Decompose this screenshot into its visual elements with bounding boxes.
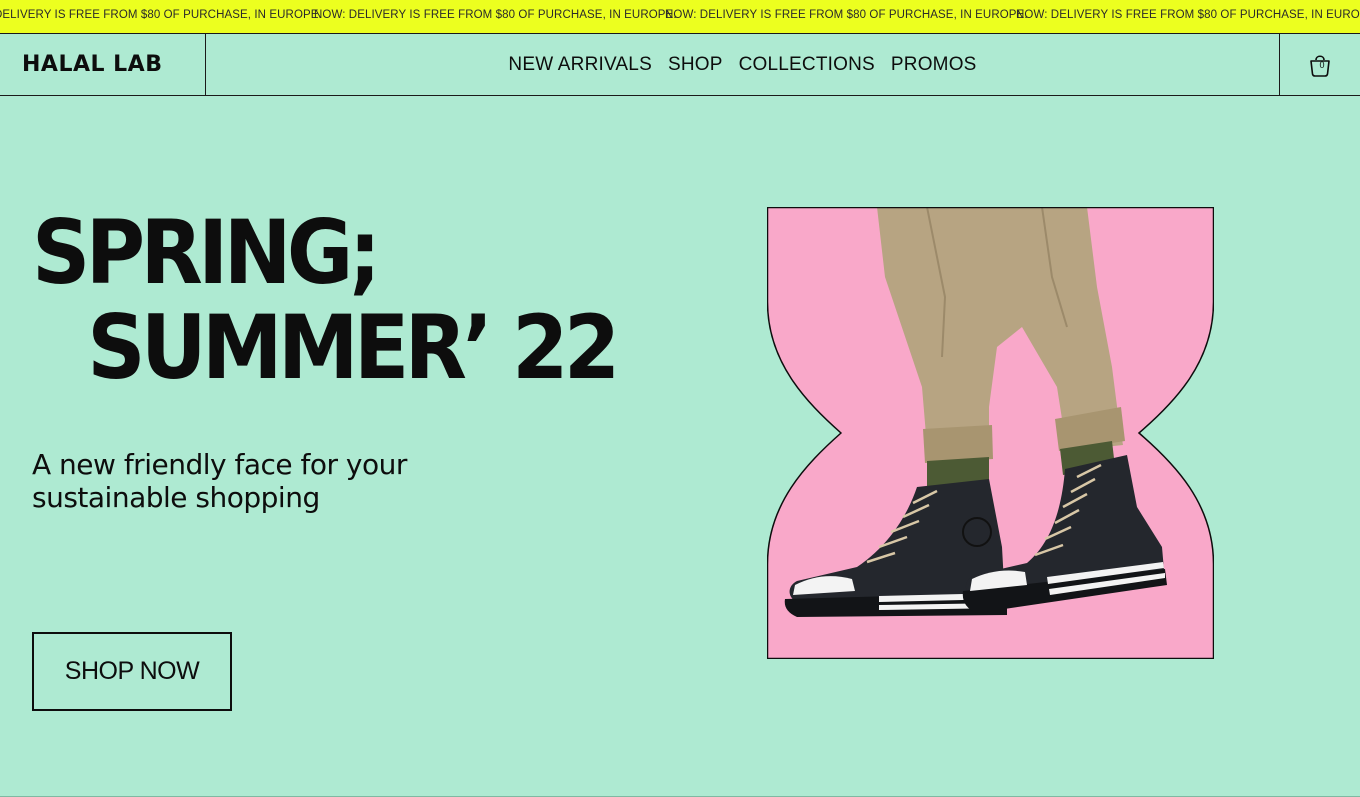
- nav-promos[interactable]: PROMOS: [891, 54, 977, 76]
- hero-product-image: [767, 207, 1214, 659]
- hero-title: SPRING; SUMMER’ 22: [32, 201, 620, 399]
- announcement-text: NOW: DELIVERY IS FREE FROM $80 OF PURCHA…: [314, 9, 677, 21]
- cart-count: 0: [1319, 60, 1325, 70]
- site-header: HALAL LAB NEW ARRIVALS SHOP COLLECTIONS …: [0, 34, 1360, 96]
- hero-title-line2: SUMMER’ 22: [87, 296, 620, 399]
- announcement-text: NOW: DELIVERY IS FREE FROM $80 OF PURCHA…: [1016, 9, 1360, 21]
- nav-new-arrivals[interactable]: NEW ARRIVALS: [508, 54, 652, 76]
- nav-shop[interactable]: SHOP: [668, 54, 723, 76]
- brand-logo[interactable]: HALAL LAB: [0, 34, 206, 95]
- announcement-bar: DELIVERY IS FREE FROM $80 OF PURCHASE, I…: [0, 0, 1360, 34]
- announcement-text: DELIVERY IS FREE FROM $80 OF PURCHASE, I…: [0, 9, 322, 21]
- main-nav: NEW ARRIVALS SHOP COLLECTIONS PROMOS: [206, 34, 1279, 95]
- cart-button[interactable]: 0: [1279, 34, 1360, 95]
- hero-subtitle: A new friendly face for your sustainable…: [32, 448, 407, 514]
- nav-collections[interactable]: COLLECTIONS: [739, 54, 875, 76]
- announcement-text: NOW: DELIVERY IS FREE FROM $80 OF PURCHA…: [665, 9, 1028, 21]
- shop-now-button[interactable]: SHOP NOW: [32, 632, 232, 711]
- hero-title-line1: SPRING;: [32, 201, 381, 304]
